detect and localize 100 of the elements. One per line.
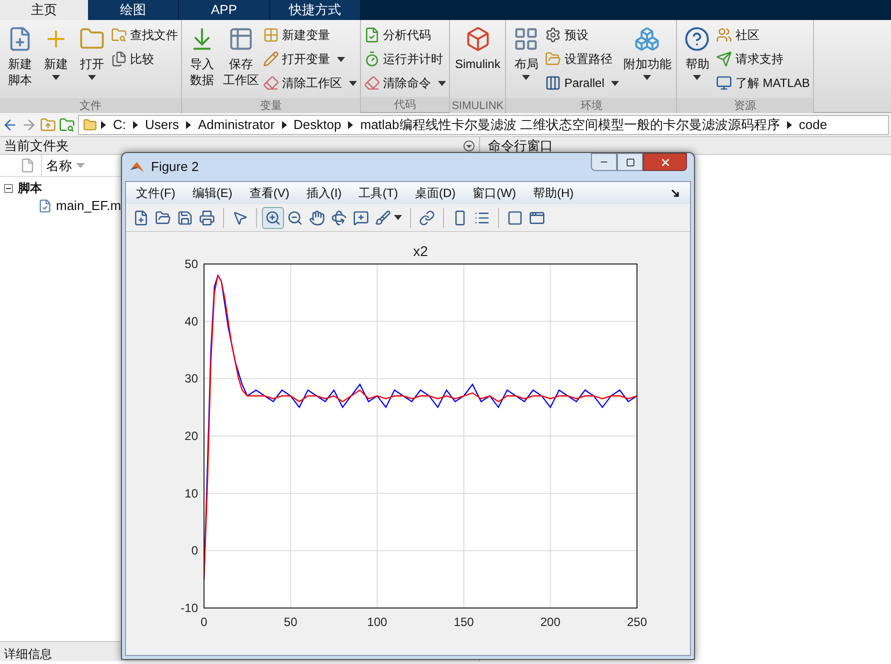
folder-icon [545, 51, 562, 67]
chevron-icon [133, 120, 138, 128]
block-icon [464, 26, 491, 52]
chart-title: x2 [413, 243, 428, 259]
x-tick-label: 200 [540, 615, 560, 629]
path-segment[interactable]: Users [145, 114, 179, 134]
x-tick-label: 250 [626, 615, 648, 629]
ribbon-tab[interactable]: APP [179, 0, 269, 20]
ribbon-button[interactable]: Parallel [545, 74, 620, 92]
save-icon [177, 210, 193, 226]
table-icon [228, 26, 254, 52]
path-segment[interactable]: Desktop [294, 114, 342, 134]
y-tick-label: 50 [184, 257, 198, 271]
ribbon-button[interactable]: 清除工作区 [263, 74, 357, 92]
tree-item[interactable]: 脚本 [18, 179, 42, 197]
grid-icon [263, 27, 279, 43]
section-label: 变量 [182, 98, 360, 113]
ribbon-button[interactable]: 保存 工作区 [220, 26, 262, 98]
menu-item[interactable]: 工具(T) [358, 184, 398, 202]
x-tick-label: 50 [284, 615, 298, 629]
ribbon-button[interactable]: 布局 [508, 26, 544, 98]
ribbon-button[interactable]: 分析代码 [364, 26, 446, 44]
details-label: 详细信息 [4, 647, 52, 661]
path-segment[interactable]: matlab编程线性卡尔曼滤波 二维状态空间模型一般的卡尔曼滤波源码程序 [360, 114, 780, 134]
ribbon-button[interactable]: 设置路径 [545, 50, 620, 68]
path-segment[interactable]: code [798, 114, 828, 134]
section-label: 文件 [0, 98, 181, 113]
back-icon[interactable] [2, 116, 18, 132]
link-icon [419, 210, 435, 226]
ribbon-button[interactable]: 预设 [545, 26, 620, 44]
square-icon [507, 210, 523, 226]
pointer-icon [232, 210, 248, 226]
browse-folder-icon[interactable] [59, 116, 75, 132]
script-file-icon [38, 199, 52, 213]
menu-item[interactable]: 文件(F) [136, 184, 176, 202]
address-bar[interactable]: C: Users Administrator Desktop matlab编程线性卡尔曼滤波 二维状态空间模型一般的卡尔曼滤波源码程序 code [78, 114, 889, 134]
ribbon-button[interactable]: 导入 数据 [184, 26, 220, 98]
ribbon-button[interactable]: 附加功能 [620, 26, 674, 98]
panel-title: 命令行窗口 [488, 136, 553, 155]
y-tick-label: -10 [180, 601, 198, 615]
layout-icon [513, 26, 540, 52]
path-segment[interactable]: C: [113, 114, 126, 134]
section-label: 环境 [506, 98, 676, 113]
zoom-in-icon [265, 210, 281, 226]
menu-item[interactable]: 编辑(E) [192, 184, 232, 202]
chevron-icon [786, 120, 792, 128]
ribbon-button[interactable]: 清除命令 [364, 74, 446, 92]
menu-item[interactable]: 插入(I) [306, 184, 342, 202]
menu-item[interactable]: 桌面(D) [414, 184, 456, 202]
ribbon-tab[interactable]: 绘图 [88, 0, 178, 20]
section-label: 资源 [677, 98, 813, 113]
printer-icon [199, 210, 215, 226]
columns-icon [545, 75, 562, 91]
ribbon-button[interactable]: 帮助 [679, 26, 716, 98]
file-check-icon [364, 27, 380, 43]
dock-arrow-icon[interactable] [671, 188, 680, 198]
files-icon [111, 51, 127, 67]
ribbon-button[interactable]: 打开 [74, 26, 110, 98]
tree-item[interactable]: main_EF.m [56, 196, 122, 216]
close-icon [660, 156, 670, 168]
menu-item[interactable]: 查看(V) [249, 184, 290, 202]
panel-menu-icon[interactable] [463, 140, 475, 152]
toolbar-button[interactable] [262, 206, 284, 228]
forward-icon[interactable] [21, 116, 37, 132]
folder-search-icon [111, 27, 127, 43]
data-tip-icon [353, 210, 369, 226]
maximize-button[interactable] [617, 153, 643, 171]
window-icon [529, 210, 545, 226]
ribbon-button[interactable]: 新建 脚本 [2, 26, 38, 98]
menu-item[interactable]: 窗口(W) [472, 184, 516, 202]
hand-icon [309, 210, 325, 226]
rotate-icon [331, 210, 347, 226]
gear-icon [545, 27, 562, 43]
column-header[interactable]: 名称 [41, 155, 85, 176]
ribbon-button[interactable]: 新建 [38, 26, 74, 98]
y-tick-label: 10 [184, 486, 198, 500]
folder-icon [83, 118, 97, 132]
zoom-out-icon [287, 210, 303, 226]
ribbon-button[interactable]: 运行并计时 [364, 50, 446, 68]
ribbon-tab[interactable]: 主页 [0, 0, 88, 20]
ribbon-button[interactable]: Simulink [452, 26, 504, 98]
ribbon-button[interactable]: 新建变量 [263, 26, 357, 44]
help-icon [684, 26, 710, 52]
eraser-icon [263, 75, 279, 91]
path-segment[interactable]: Administrator [198, 114, 275, 134]
open-folder-icon [155, 210, 171, 226]
close-button[interactable] [643, 153, 687, 171]
menu-item[interactable]: 帮助(H) [532, 184, 574, 202]
ribbon-button[interactable]: 打开变量 [263, 50, 357, 68]
ribbon-button[interactable]: 社区 [716, 26, 810, 44]
x-tick-label: 100 [367, 615, 388, 629]
ribbon-button[interactable]: 比较 [111, 50, 178, 68]
ribbon-button[interactable]: 查找文件 [111, 26, 178, 44]
collapse-toggle[interactable] [4, 184, 13, 192]
y-tick-label: 0 [191, 544, 198, 558]
people-icon [716, 27, 732, 43]
ribbon-button[interactable]: 了解 MATLAB [716, 74, 810, 92]
ribbon-tab[interactable]: 快捷方式 [270, 0, 360, 20]
y-tick-label: 20 [184, 429, 198, 443]
ribbon-button[interactable]: 请求支持 [716, 50, 810, 68]
